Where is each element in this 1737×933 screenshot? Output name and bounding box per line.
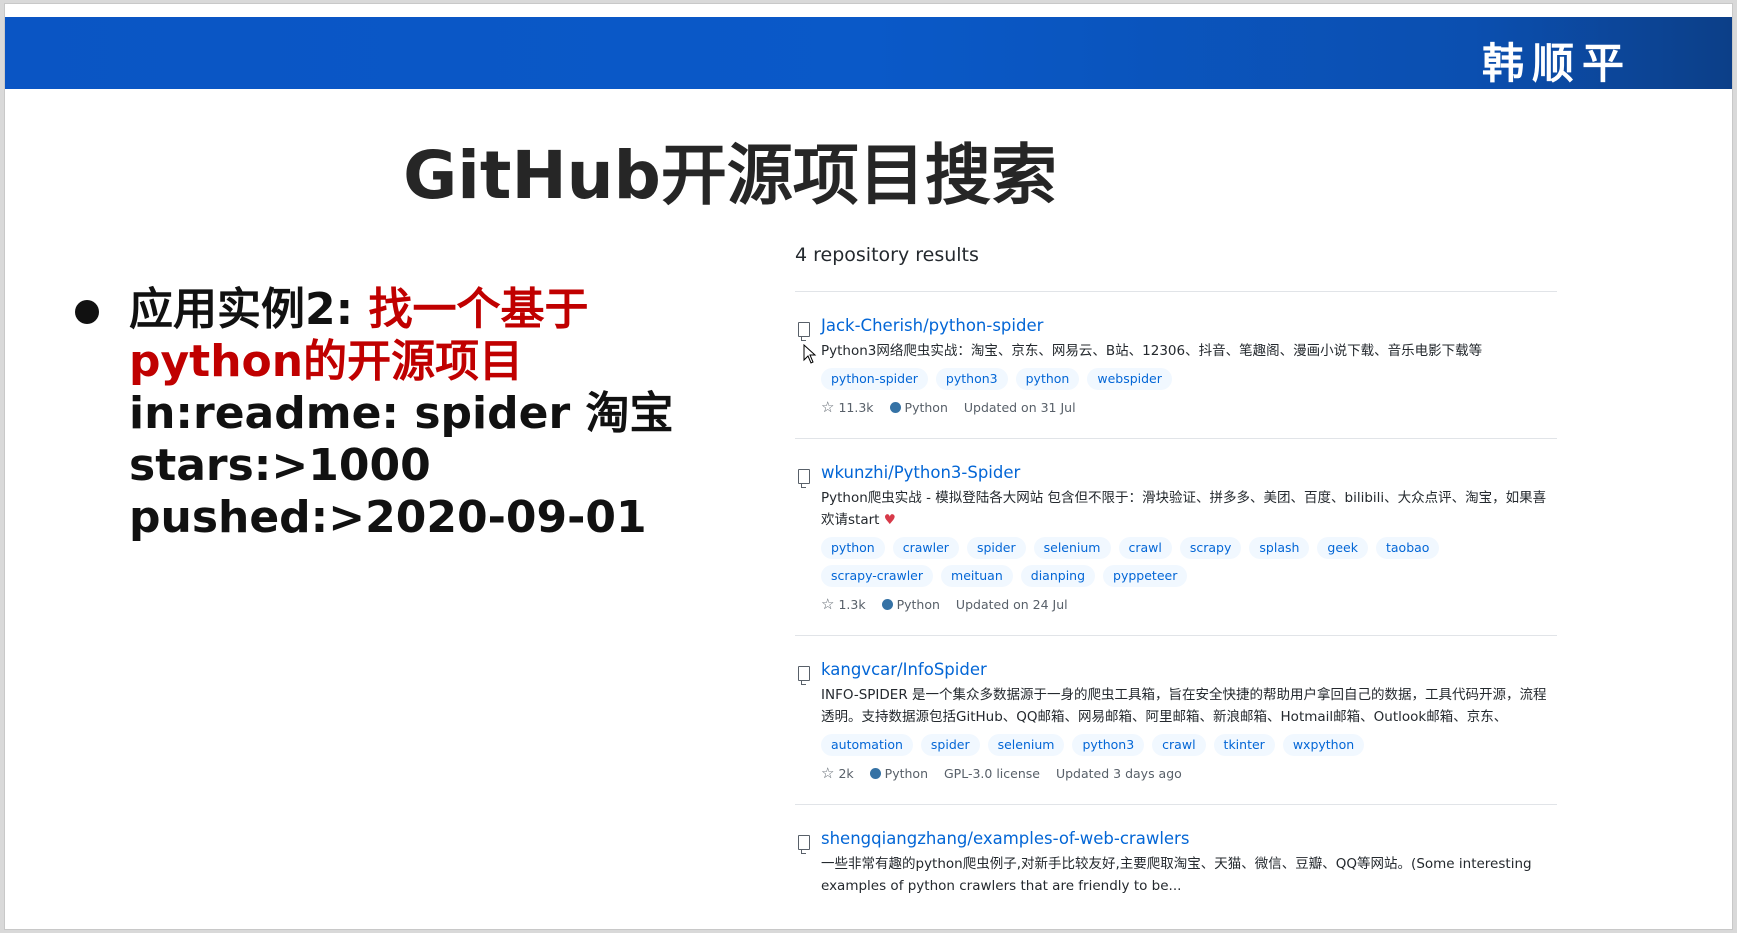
topic-tag[interactable]: crawl [1118, 537, 1172, 559]
bullet-text: 应用实例2: 找一个基于 python的开源项目 in:readme: spid… [129, 284, 729, 544]
topic-tag[interactable]: taobao [1375, 537, 1440, 559]
bullet-query-3: pushed:>2020-09-01 [129, 492, 647, 543]
topic-tag[interactable]: tkinter [1213, 734, 1275, 756]
slide: 韩顺平 GitHub开源项目搜索 应用实例2: 找一个基于 python的开源项… [4, 3, 1733, 930]
language: Python [881, 596, 940, 612]
stars-link[interactable]: ☆ 2k [821, 764, 854, 782]
slide-title: GitHub开源项目搜索 [403, 137, 1057, 214]
bullet-query-1: in:readme: spider 淘宝 [129, 388, 674, 439]
header-banner: 韩顺平 [5, 17, 1732, 89]
language-color-dot [889, 401, 901, 413]
repo-description: INFO-SPIDER 是一个集众多数据源于一身的爬虫工具箱，旨在安全快捷的帮助… [821, 687, 1547, 725]
star-icon: ☆ [821, 764, 835, 782]
topic-tag[interactable]: crawler [892, 537, 959, 559]
updated-time: Updated 3 days ago [1055, 765, 1182, 781]
repo-icon [798, 469, 810, 488]
repo-description: Python爬虫实战 - 模拟登陆各大网站 包含但不限于：滑块验证、拼多多、美团… [821, 490, 1547, 528]
topic-list: python crawler spider selenium crawl scr… [821, 537, 1557, 587]
topic-tag[interactable]: selenium [1033, 537, 1111, 559]
heart-icon: ♥ [883, 512, 896, 528]
star-icon: ☆ [821, 398, 835, 416]
repo-icon [798, 835, 810, 854]
topic-tag[interactable]: geek [1317, 537, 1368, 559]
updated-time: Updated on 31 Jul [963, 399, 1076, 415]
star-count: 11.3k [838, 399, 874, 415]
bullet-red-2: python的开源项目 [129, 336, 524, 387]
bullet-query-2: stars:>1000 [129, 440, 431, 491]
repo-meta: ☆ 2k Python GPL-3.0 license Updated 3 day… [821, 764, 1557, 782]
repo-link[interactable]: Jack-Cherish/python-spider [821, 314, 1557, 338]
language-name: Python [884, 765, 928, 781]
repo-link[interactable]: kangvcar/InfoSpider [821, 658, 1557, 682]
topic-tag[interactable]: automation [821, 734, 913, 756]
language: Python [869, 765, 928, 781]
stars-link[interactable]: ☆ 1.3k [821, 595, 866, 613]
bullet-line-1: 应用实例2: 找一个基于 [129, 284, 729, 336]
repo-item: shengqiangzhang/examples-of-web-crawlers… [795, 805, 1557, 919]
topic-tag[interactable]: scrapy-crawler [821, 565, 934, 587]
star-count: 1.3k [838, 596, 866, 612]
mouse-cursor-icon [803, 344, 817, 364]
bullet-dot-icon [75, 300, 99, 324]
repo-link[interactable]: shengqiangzhang/examples-of-web-crawlers [821, 827, 1557, 851]
topic-list: automation spider selenium python3 crawl… [821, 734, 1557, 756]
topic-tag[interactable]: splash [1249, 537, 1310, 559]
topic-tag[interactable]: python-spider [821, 368, 928, 390]
topic-tag[interactable]: selenium [987, 734, 1065, 756]
topic-tag[interactable]: spider [920, 734, 980, 756]
repo-description: 一些非常有趣的python爬虫例子,对新手比较友好,主要爬取淘宝、天猫、微信、豆… [821, 856, 1532, 894]
topic-tag[interactable]: meituan [941, 565, 1013, 587]
updated-time: Updated on 24 Jul [955, 596, 1068, 612]
topic-tag[interactable]: spider [966, 537, 1026, 559]
repo-meta: ☆ 11.3k Python Updated on 31 Jul [821, 398, 1557, 416]
topic-tag[interactable]: scrapy [1179, 537, 1242, 559]
language-name: Python [904, 399, 948, 415]
repo-item: kangvcar/InfoSpider INFO-SPIDER 是一个集众多数据… [795, 636, 1557, 805]
repo-icon [798, 322, 810, 341]
topic-tag[interactable]: python3 [1072, 734, 1145, 756]
language-color-dot [881, 598, 893, 610]
results-count: 4 repository results [795, 244, 1557, 292]
topic-tag[interactable]: dianping [1020, 565, 1096, 587]
topic-tag[interactable]: crawl [1152, 734, 1206, 756]
topic-tag[interactable]: python [821, 537, 885, 559]
repo-item: Jack-Cherish/python-spider Python3网络爬虫实战… [795, 292, 1557, 439]
author-name: 韩顺平 [1481, 39, 1632, 88]
repo-meta: ☆ 1.3k Python Updated on 24 Jul [821, 595, 1557, 613]
license: GPL-3.0 license [944, 765, 1040, 781]
repo-item: wkunzhi/Python3-Spider Python爬虫实战 - 模拟登陆… [795, 439, 1557, 636]
repo-description: Python3网络爬虫实战：淘宝、京东、网易云、B站、12306、抖音、笔趣阁、… [821, 343, 1483, 359]
topic-tag[interactable]: python3 [935, 368, 1008, 390]
repo-description-wrap: Python爬虫实战 - 模拟登陆各大网站 包含但不限于：滑块验证、拼多多、美团… [821, 487, 1555, 531]
bullet-prefix: 应用实例2: [129, 284, 369, 335]
topic-list: python-spider python3 python webspider [821, 368, 1557, 390]
repo-icon [798, 666, 810, 685]
repo-link[interactable]: wkunzhi/Python3-Spider [821, 461, 1557, 485]
stars-link[interactable]: ☆ 11.3k [821, 398, 874, 416]
language-color-dot [869, 767, 881, 779]
bullet-red-1: 找一个基于 [368, 284, 589, 335]
language-name: Python [896, 596, 940, 612]
search-results: 4 repository results Jack-Cherish/python… [795, 244, 1557, 919]
topic-tag[interactable]: python [1015, 368, 1080, 390]
topic-tag[interactable]: pyppeteer [1103, 565, 1188, 587]
language: Python [889, 399, 948, 415]
topic-tag[interactable]: webspider [1087, 368, 1172, 390]
star-count: 2k [838, 765, 854, 781]
topic-tag[interactable]: wxpython [1282, 734, 1365, 756]
star-icon: ☆ [821, 595, 835, 613]
